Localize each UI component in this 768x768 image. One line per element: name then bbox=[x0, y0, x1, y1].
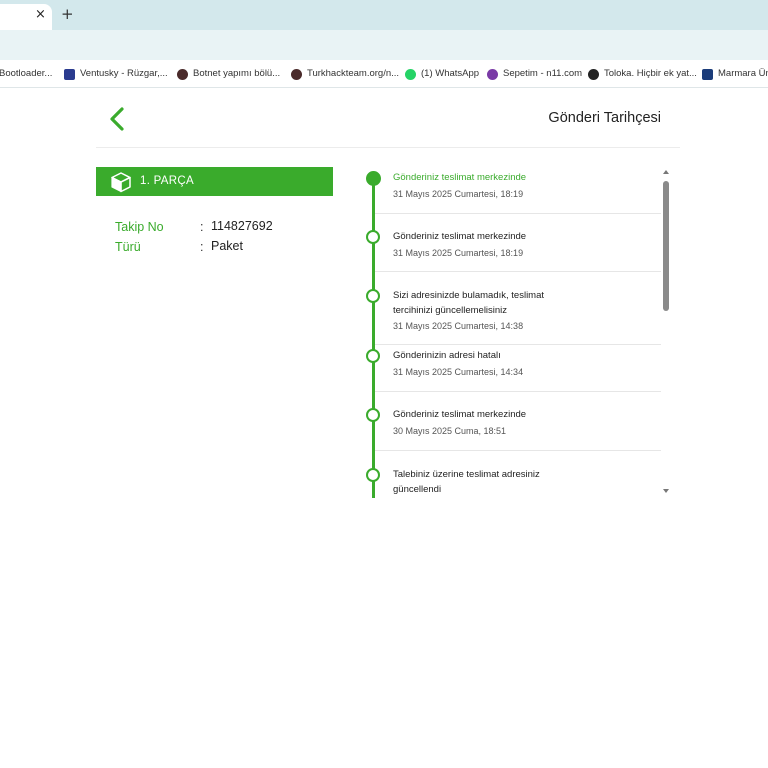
bookmark-ventusky[interactable]: Ventusky - Rüzgar,... bbox=[64, 68, 168, 80]
type-colon: : bbox=[200, 240, 204, 254]
event-title: Gönderiniz teslimat merkezinde bbox=[393, 409, 527, 420]
part-header: 1. PARÇA bbox=[96, 167, 333, 196]
chevron-left-icon bbox=[110, 107, 124, 131]
tracking-no-value: 114827692 bbox=[211, 219, 273, 233]
timeline-dot bbox=[366, 230, 380, 244]
tracking-no-colon: : bbox=[200, 220, 204, 234]
close-tab-icon[interactable]: × bbox=[35, 8, 46, 22]
type-label: Türü bbox=[115, 240, 141, 254]
event-date: 31 Mayıs 2025 Cumartesi, 14:38 bbox=[393, 321, 524, 331]
timeline-dot bbox=[366, 468, 380, 482]
bookmark-label: (1) WhatsApp bbox=[421, 68, 480, 79]
bookmark-label: Botnet yapımı bölü... bbox=[193, 68, 281, 79]
marmara-icon bbox=[702, 68, 713, 80]
part-title: 1. PARÇA bbox=[140, 175, 194, 187]
turkhack-icon bbox=[291, 68, 302, 80]
bookmark-label: Sepetim - n11.com bbox=[503, 68, 583, 79]
bookmark-bootloader[interactable]: Bootloader... bbox=[0, 68, 52, 80]
timeline-dot bbox=[366, 289, 380, 303]
header-divider bbox=[96, 147, 680, 148]
package-icon bbox=[111, 172, 131, 193]
whatsapp-icon bbox=[405, 68, 416, 80]
event-divider bbox=[375, 450, 661, 451]
event-date: 30 Mayıs 2025 Cuma, 18:51 bbox=[393, 426, 507, 436]
bookmark-label: Toloka. Hiçbir ek yat... bbox=[604, 68, 697, 79]
event-date: 31 Mayıs 2025 Cumartesi, 18:19 bbox=[393, 248, 524, 258]
bookmarks-bar: Bootloader... Ventusky - Rüzgar,... Botn… bbox=[0, 60, 768, 88]
bookmark-toloka[interactable]: Toloka. Hiçbir ek yat... bbox=[588, 68, 697, 80]
page-title: Gönderi Tarihçesi bbox=[548, 110, 661, 126]
turkhack-icon bbox=[177, 68, 188, 80]
scrollbar-thumb[interactable] bbox=[663, 181, 669, 311]
event-divider bbox=[375, 344, 661, 345]
back-button[interactable] bbox=[106, 106, 128, 132]
event-title: Gönderinizin adresi hatalı bbox=[393, 350, 501, 361]
toloka-icon bbox=[588, 68, 599, 80]
bookmark-turkhackteam[interactable]: Turkhackteam.org/n... bbox=[291, 68, 399, 80]
event-title: Gönderiniz teslimat merkezinde bbox=[393, 172, 527, 183]
type-value: Paket bbox=[211, 239, 243, 253]
bookmark-label: Bootloader... bbox=[0, 68, 53, 79]
event-title: Gönderiniz teslimat merkezinde bbox=[393, 231, 527, 242]
bookmark-label: Marmara Ün bbox=[718, 68, 768, 79]
event-divider bbox=[375, 391, 661, 392]
bookmark-whatsapp[interactable]: (1) WhatsApp bbox=[405, 68, 479, 80]
tracking-no-label: Takip No bbox=[115, 220, 164, 234]
ventusky-icon bbox=[64, 68, 75, 80]
bookmark-marmara[interactable]: Marmara Ün bbox=[702, 68, 768, 80]
browser-toolbar bbox=[0, 30, 768, 60]
timeline-dot-current bbox=[366, 171, 381, 186]
event-divider bbox=[375, 213, 661, 214]
event-title: Talebiniz üzerine teslimat adresiniz gün… bbox=[393, 469, 540, 495]
scroll-up-arrow-icon[interactable] bbox=[663, 170, 669, 174]
event-title: Sizi adresinizde bulamadık, teslimat ter… bbox=[393, 290, 545, 316]
event-date: 31 Mayıs 2025 Cumartesi, 14:34 bbox=[393, 367, 524, 377]
n11-icon bbox=[487, 68, 498, 80]
event-divider bbox=[375, 271, 661, 272]
event-date: 31 Mayıs 2025 Cumartesi, 18:19 bbox=[393, 189, 524, 199]
scroll-down-arrow-icon[interactable] bbox=[663, 489, 669, 493]
timeline-dot bbox=[366, 349, 380, 363]
bookmark-botnet[interactable]: Botnet yapımı bölü... bbox=[177, 68, 280, 80]
browser-tabstrip: × + bbox=[0, 0, 768, 30]
bookmark-label: Ventusky - Rüzgar,... bbox=[80, 68, 168, 79]
new-tab-button[interactable]: + bbox=[61, 6, 74, 22]
timeline-dot bbox=[366, 408, 380, 422]
bookmark-n11[interactable]: Sepetim - n11.com bbox=[487, 68, 582, 80]
bookmark-label: Turkhackteam.org/n... bbox=[307, 68, 400, 79]
